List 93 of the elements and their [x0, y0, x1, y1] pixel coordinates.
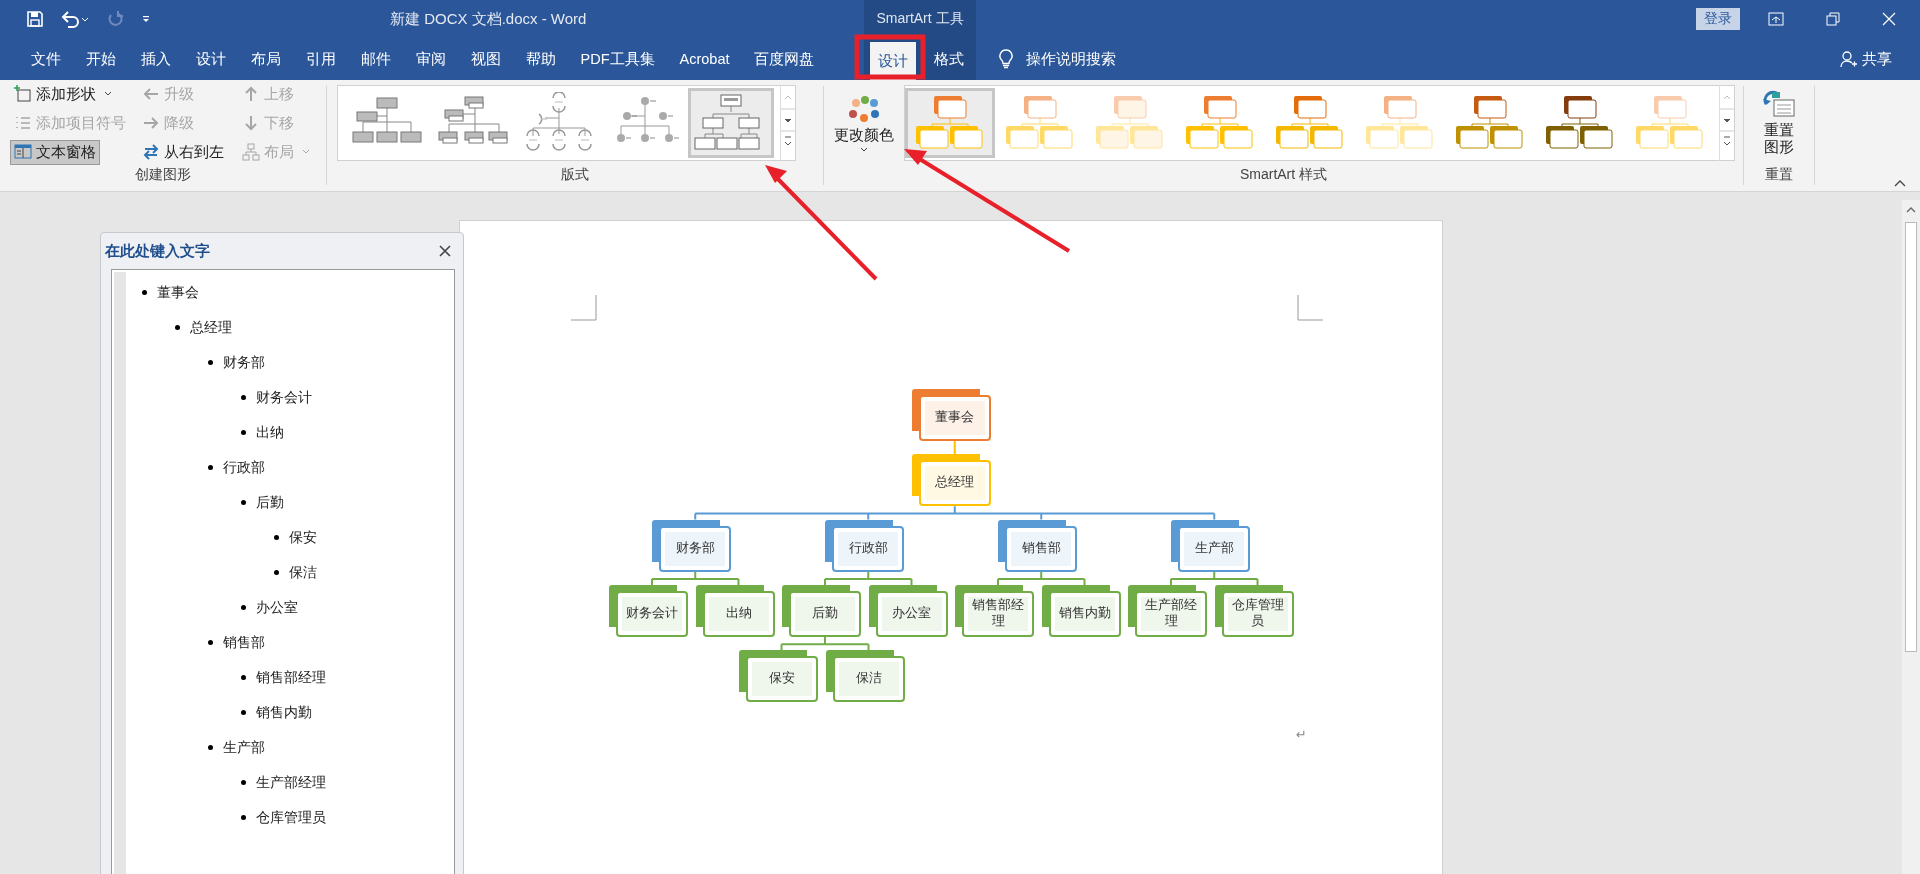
outline-item[interactable]: 销售内勤 [241, 695, 454, 730]
outline-item[interactable]: 销售部经理 [241, 660, 454, 695]
undo-icon[interactable] [60, 10, 90, 28]
org-chart-node[interactable]: 保安 [738, 650, 818, 703]
style-thumbnail[interactable] [905, 88, 995, 158]
hierarchy-icon [242, 143, 260, 161]
org-chart-node[interactable]: 总经理 [911, 454, 991, 507]
org-chart-node[interactable]: 保洁 [825, 650, 905, 703]
reset-graphic-button[interactable]: 重置图形 [1762, 89, 1796, 157]
ribbon-tab[interactable]: 审阅 [403, 38, 458, 80]
outline-item[interactable]: 后勤 [241, 485, 454, 520]
sign-in-button[interactable]: 登录 [1696, 8, 1740, 30]
text-pane-icon [14, 143, 32, 161]
caret-icon [104, 91, 112, 97]
pane-title: 在此处键入文字 [105, 241, 210, 261]
ribbon-tab[interactable]: 设计 [183, 38, 238, 80]
outline-item[interactable]: 总经理 [175, 310, 454, 345]
org-chart-node[interactable]: 生产部经理 [1128, 584, 1207, 637]
share-button[interactable]: 共享 [1840, 38, 1920, 80]
person-add-icon [1840, 50, 1858, 68]
org-chart-node[interactable]: 生产部 [1171, 519, 1251, 572]
ribbon-tab[interactable]: 格式 [926, 38, 972, 80]
ribbon-command[interactable]: 文本窗格 [10, 139, 100, 165]
vertical-scrollbar[interactable] [1902, 200, 1920, 874]
ribbon-command[interactable]: 添加形状 [10, 81, 116, 107]
group-label: 重置 [1764, 166, 1794, 184]
outline-item[interactable]: 仓库管理员 [241, 800, 454, 835]
close-icon[interactable] [439, 245, 451, 257]
outline-item[interactable]: 财务会计 [241, 380, 454, 415]
ribbon-tab[interactable]: 开始 [73, 38, 128, 80]
org-chart-node[interactable]: 后勤 [782, 584, 861, 637]
caret-icon [860, 146, 868, 153]
ribbon-tab[interactable]: 视图 [458, 38, 513, 80]
corner-mark [571, 295, 597, 321]
save-icon[interactable] [26, 10, 44, 28]
ribbon-tab[interactable]: 布局 [238, 38, 293, 80]
ribbon-display-icon[interactable] [1768, 12, 1784, 26]
org-chart-node[interactable]: 销售内勤 [1041, 584, 1121, 637]
ribbon-tab[interactable]: PDF工具集 [568, 38, 667, 80]
add-shape-icon [14, 85, 32, 103]
ribbon-tab[interactable]: 引用 [293, 38, 348, 80]
down-arrow-icon [242, 114, 260, 132]
tool-group-title: SmartArt 工具 [876, 10, 964, 28]
scrollbar-thumb[interactable] [1905, 222, 1917, 652]
customize-icon[interactable] [140, 13, 152, 25]
corner-mark [1297, 295, 1323, 321]
gallery-scroll-buttons[interactable] [780, 85, 795, 161]
ribbon-tab[interactable]: 文件 [18, 38, 73, 80]
window-title: 新建 DOCX 文档.docx - Word [390, 9, 587, 27]
connector-line [953, 440, 956, 456]
org-chart-node[interactable]: 行政部 [825, 519, 905, 572]
org-chart-node[interactable]: 仓库管理员 [1214, 584, 1294, 637]
restore-icon[interactable] [1826, 12, 1840, 26]
group-label: 版式 [560, 166, 590, 184]
tell-me-search[interactable]: 操作说明搜索 [1026, 49, 1116, 69]
gallery-scroll-buttons[interactable] [1719, 85, 1734, 161]
bullet-list-icon [14, 114, 32, 132]
ribbon-tab[interactable]: 帮助 [513, 38, 568, 80]
org-chart-node[interactable]: 销售部 [998, 519, 1078, 572]
highlight-box [854, 34, 926, 80]
outline-item[interactable]: 生产部经理 [241, 765, 454, 800]
paragraph-mark: ↵ [1296, 727, 1307, 742]
outline-item[interactable]: 出纳 [241, 415, 454, 450]
outline-item[interactable]: 行政部 [208, 450, 454, 485]
group-label: SmartArt 样式 [1238, 166, 1329, 184]
org-chart-node[interactable]: 财务部 [652, 519, 732, 572]
ribbon-tab[interactable]: 邮件 [348, 38, 403, 80]
lightbulb-icon[interactable] [998, 49, 1014, 69]
caret-icon [302, 149, 310, 155]
reset-icon [1762, 89, 1796, 120]
scroll-up-icon[interactable] [1906, 206, 1916, 214]
outline-item[interactable]: 生产部 [208, 730, 454, 765]
ribbon-command[interactable]: 从右到左 [138, 139, 228, 165]
swap-arrows-icon [142, 143, 160, 161]
org-chart-node[interactable]: 财务会计 [609, 584, 688, 637]
org-chart-node[interactable]: 董事会 [911, 389, 991, 441]
group-label: 创建图形 [134, 166, 192, 184]
ribbon-tab[interactable]: 插入 [128, 38, 183, 80]
ribbon-tab[interactable]: 百度网盘 [742, 38, 827, 80]
ribbon-tab[interactable]: Acrobat [667, 38, 742, 80]
collapse-ribbon-icon[interactable] [1894, 179, 1906, 187]
outline-editor[interactable]: 董事会 总经理 财务部 财务会计 出纳 行政部 后勤 保安 保洁 办公室 销售部 销售部经理 销售内勤 生产部 生产部经理 仓库管理员 [111, 269, 455, 874]
layout-thumbnail[interactable] [688, 88, 774, 158]
org-chart-node[interactable]: 出纳 [695, 584, 775, 637]
org-chart-node[interactable]: 销售部经理 [955, 584, 1034, 637]
outline-item[interactable]: 财务部 [208, 345, 454, 380]
org-chart-node[interactable]: 办公室 [868, 584, 948, 637]
outline-item[interactable]: 保洁 [274, 555, 454, 590]
outline-item[interactable]: 董事会 [142, 275, 454, 310]
change-colors-button[interactable]: 更改颜色 [824, 93, 900, 153]
outline-item[interactable]: 办公室 [241, 590, 454, 625]
outline-item[interactable]: 保安 [274, 520, 454, 555]
outline-item[interactable]: 销售部 [208, 625, 454, 660]
